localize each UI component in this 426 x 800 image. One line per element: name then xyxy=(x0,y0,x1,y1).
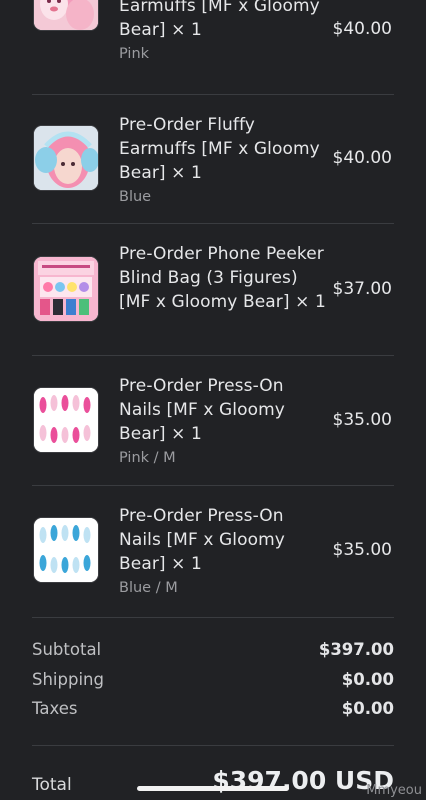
product-thumbnail xyxy=(34,388,98,452)
taxes-row: Taxes $0.00 xyxy=(32,697,394,727)
item-variant: Blue / M xyxy=(119,580,178,596)
blue-earmuffs-photo-icon xyxy=(34,126,98,190)
order-item: Pre-Order Phone Peeker Blind Bag (3 Figu… xyxy=(32,224,394,356)
item-price: $40.00 xyxy=(332,148,392,168)
taxes-value: $0.00 xyxy=(341,699,394,718)
order-items-list: Pre-Order Fluffy Earmuffs [MF x Gloomy B… xyxy=(32,0,394,618)
item-title: Pre-Order Fluffy Earmuffs [MF x Gloomy B… xyxy=(119,0,320,40)
order-item: Pre-Order Press-On Nails [MF x Gloomy Be… xyxy=(32,486,394,618)
product-thumbnail xyxy=(34,518,98,582)
item-title: Pre-Order Fluffy Earmuffs [MF x Gloomy B… xyxy=(119,115,320,183)
item-title: Pre-Order Press-On Nails [MF x Gloomy Be… xyxy=(119,376,285,444)
product-thumbnail xyxy=(34,0,98,30)
subtotal-label: Subtotal xyxy=(32,640,102,659)
item-variant: Pink / M xyxy=(119,450,176,466)
item-variant: Blue xyxy=(119,189,152,205)
pink-press-on-nails-photo-icon xyxy=(34,388,98,452)
home-indicator[interactable] xyxy=(137,786,289,791)
item-price: $40.00 xyxy=(332,19,392,39)
order-item: Pre-Order Fluffy Earmuffs [MF x Gloomy B… xyxy=(32,95,394,224)
order-item: Pre-Order Press-On Nails [MF x Gloomy Be… xyxy=(32,356,394,486)
shipping-value: $0.00 xyxy=(341,669,394,689)
subtotal-value: $397.00 xyxy=(318,640,394,659)
order-item: Pre-Order Fluffy Earmuffs [MF x Gloomy B… xyxy=(32,0,394,95)
watermark-text: Mmyeou xyxy=(366,783,422,798)
blue-press-on-nails-photo-icon xyxy=(34,518,98,582)
item-price: $35.00 xyxy=(332,540,392,560)
product-thumbnail xyxy=(34,257,98,321)
phone-peeker-figures-photo-icon xyxy=(34,257,98,321)
item-price: $37.00 xyxy=(332,279,392,299)
total-label: Total xyxy=(32,775,72,795)
subtotal-row: Subtotal $397.00 xyxy=(32,638,394,668)
shipping-label: Shipping xyxy=(32,669,104,689)
item-price: $35.00 xyxy=(332,410,392,430)
pink-earmuffs-photo-icon xyxy=(34,0,98,30)
product-thumbnail xyxy=(34,126,98,190)
item-variant: Pink xyxy=(119,46,150,62)
item-title: Pre-Order Press-On Nails [MF x Gloomy Be… xyxy=(119,506,285,574)
item-title: Pre-Order Phone Peeker Blind Bag (3 Figu… xyxy=(119,244,326,312)
summary-divider xyxy=(32,745,394,746)
shipping-row: Shipping $0.00 xyxy=(32,668,394,698)
taxes-label: Taxes xyxy=(32,699,78,718)
order-summary: Subtotal $397.00 Shipping $0.00 Taxes $0… xyxy=(32,638,394,727)
